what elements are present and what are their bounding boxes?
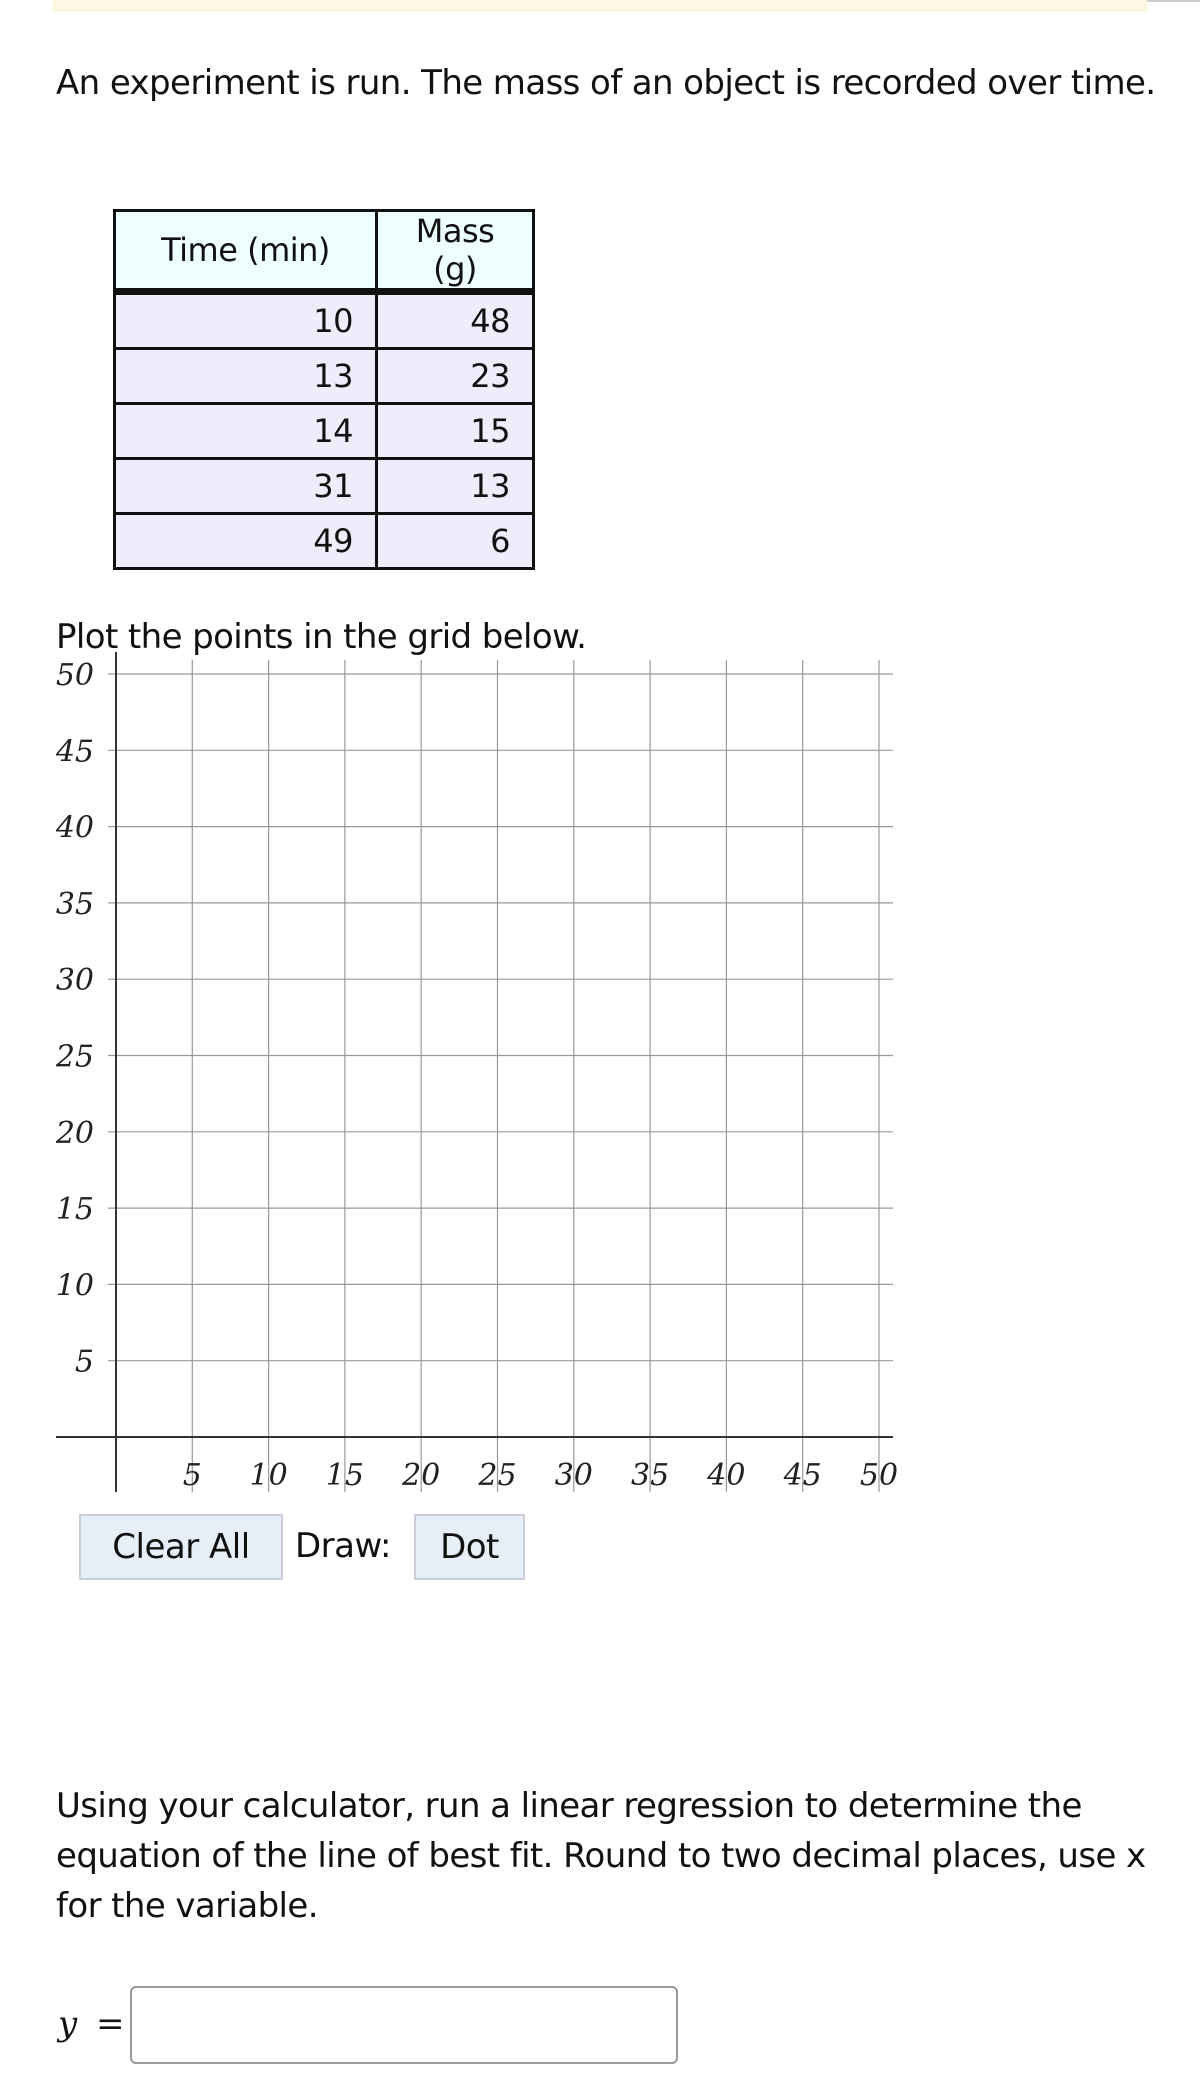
x-tick-label: 10	[250, 1458, 288, 1493]
table-row: 14 15	[113, 402, 535, 460]
cell-mass: 23	[375, 347, 535, 405]
plot-grid[interactable]: 5 10 15 20 25 30 35 40 45 50 50 45 40 35 30 25 20 15 10 5	[0, 640, 900, 1500]
draw-label: Draw:	[295, 1526, 391, 1566]
y-variable-label: y	[58, 2004, 78, 2044]
x-tick-label: 20	[401, 1458, 440, 1493]
x-tick-label: 35	[631, 1458, 669, 1493]
y-tick-label: 45	[55, 734, 94, 769]
clear-all-button[interactable]: Clear All	[79, 1514, 283, 1580]
header-time: Time (min)	[113, 209, 378, 295]
y-tick-label: 10	[56, 1268, 94, 1303]
cell-time: 13	[113, 347, 378, 405]
draw-dot-button[interactable]: Dot	[414, 1514, 525, 1580]
equation-answer-input[interactable]	[130, 1986, 678, 2064]
y-tick-label: 25	[55, 1040, 94, 1075]
x-tick-label: 5	[183, 1458, 202, 1493]
regression-prompt: Using your calculator, run a linear regr…	[56, 1786, 1146, 1926]
table-header-row: Time (min) Mass (g)	[113, 209, 535, 295]
notice-bar	[53, 0, 1147, 11]
x-tick-label: 50	[860, 1458, 898, 1493]
cell-time: 10	[113, 290, 378, 350]
x-tick-label: 25	[477, 1458, 516, 1493]
y-tick-label: 40	[55, 811, 94, 846]
divider	[1147, 0, 1200, 2]
table-row: 49 6	[113, 512, 535, 570]
cell-time: 49	[113, 512, 378, 570]
cell-time: 31	[113, 457, 378, 515]
table-row: 10 48	[113, 290, 535, 350]
header-mass: Mass (g)	[375, 209, 535, 295]
x-tick-label: 45	[783, 1458, 822, 1493]
data-table: Time (min) Mass (g) 10 48 13 23 14 15 31 13 …	[113, 209, 535, 570]
cell-mass: 6	[375, 512, 535, 570]
y-tick-label: 15	[56, 1192, 94, 1227]
x-tick-label: 30	[555, 1458, 593, 1493]
equals-sign: =	[96, 2004, 125, 2044]
y-tick-label: 50	[56, 658, 94, 693]
x-tick-label: 40	[706, 1458, 745, 1493]
cell-mass: 15	[375, 402, 535, 460]
y-tick-label: 20	[55, 1116, 94, 1151]
problem-intro: An experiment is run. The mass of an obj…	[56, 63, 1156, 103]
table-row: 13 23	[113, 347, 535, 405]
cell-mass: 48	[375, 290, 535, 350]
cell-time: 14	[113, 402, 378, 460]
cell-mass: 13	[375, 457, 535, 515]
x-tick-label: 15	[326, 1458, 364, 1493]
y-tick-label: 5	[75, 1345, 94, 1380]
table-row: 31 13	[113, 457, 535, 515]
y-tick-label: 30	[56, 963, 94, 998]
y-tick-label: 35	[56, 887, 94, 922]
